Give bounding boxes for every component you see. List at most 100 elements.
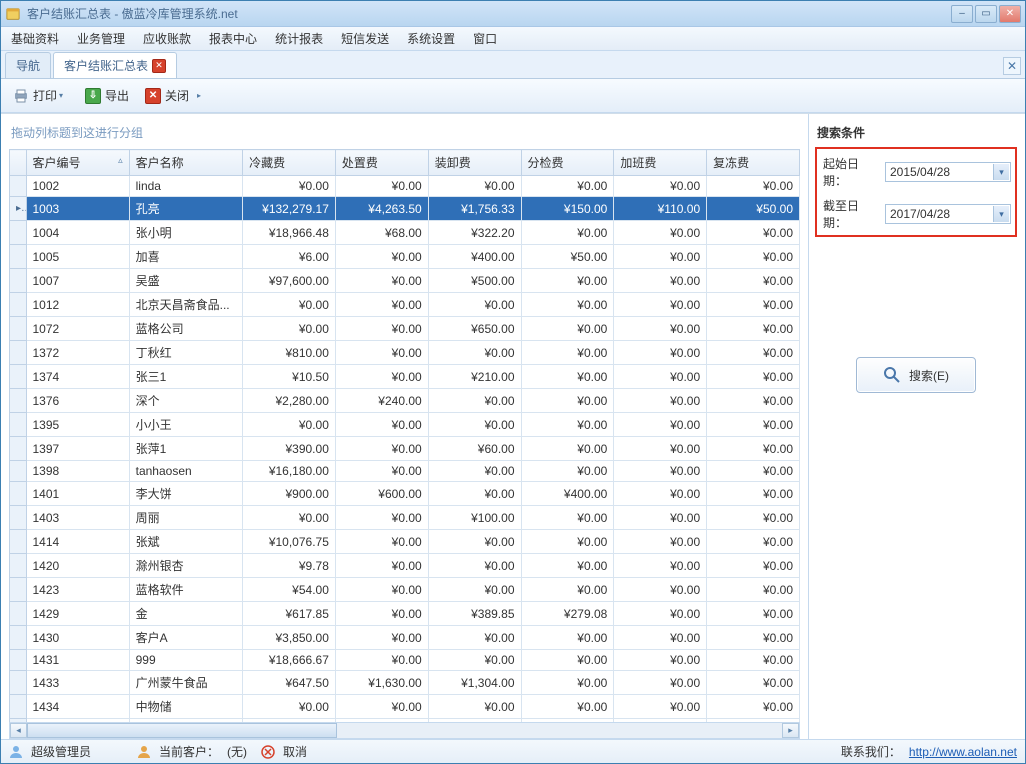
cell-amount: ¥390.00 [243, 437, 336, 461]
cell-amount: ¥0.00 [335, 413, 428, 437]
export-button[interactable]: ⇩ 导出 [79, 84, 135, 107]
col-overtime-fee[interactable]: 加班费 [614, 150, 707, 176]
cell-amount: ¥0.00 [707, 482, 800, 506]
menu-business[interactable]: 业务管理 [77, 30, 125, 47]
table-row[interactable]: 1414张斌¥10,076.75¥0.00¥0.00¥0.00¥0.00¥0.0… [10, 530, 800, 554]
table-row[interactable]: 1433广州蒙牛食品¥647.50¥1,630.00¥1,304.00¥0.00… [10, 671, 800, 695]
maximize-button[interactable]: ▭ [975, 5, 997, 23]
end-date-input[interactable]: 2017/04/28 ▾ [885, 204, 1011, 224]
toolbar-overflow-icon[interactable]: ▸ [197, 91, 207, 100]
col-customer-name[interactable]: 客户名称 [129, 150, 242, 176]
scroll-thumb[interactable] [27, 723, 337, 738]
search-button[interactable]: 搜索(E) [856, 357, 976, 393]
cell-amount: ¥97,600.00 [243, 269, 336, 293]
col-handling-fee[interactable]: 装卸费 [428, 150, 521, 176]
cell-amount: ¥617.85 [243, 602, 336, 626]
tab-nav[interactable]: 导航 [5, 52, 51, 78]
col-customer-id[interactable]: 客户编号▵ [26, 150, 129, 176]
table-row[interactable]: 1429金¥617.85¥0.00¥389.85¥279.08¥0.00¥0.0… [10, 602, 800, 626]
cell-amount: ¥16,180.00 [243, 461, 336, 482]
tab-close-icon[interactable]: ✕ [152, 59, 166, 73]
table-row[interactable]: 1401李大饼¥900.00¥600.00¥0.00¥400.00¥0.00¥0… [10, 482, 800, 506]
cell-amount: ¥600.00 [335, 482, 428, 506]
cell-amount: ¥0.00 [428, 650, 521, 671]
col-storage-fee[interactable]: 冷藏费 [243, 150, 336, 176]
cell-amount: ¥0.00 [335, 437, 428, 461]
table-row[interactable]: 1372丁秋红¥810.00¥0.00¥0.00¥0.00¥0.00¥0.00 [10, 341, 800, 365]
menu-report-center[interactable]: 报表中心 [209, 30, 257, 47]
close-button[interactable]: ✕ [999, 5, 1021, 23]
cell-amount: ¥0.00 [521, 695, 614, 719]
table-row[interactable]: 1423蓝格软件¥54.00¥0.00¥0.00¥0.00¥0.00¥0.00 [10, 578, 800, 602]
horizontal-scrollbar[interactable]: ◂ ▸ [9, 722, 800, 739]
scroll-right-button[interactable]: ▸ [782, 723, 799, 738]
cell-customer-name: 李大饼 [129, 482, 242, 506]
table-row[interactable]: 1002linda¥0.00¥0.00¥0.00¥0.00¥0.00¥0.00 [10, 176, 800, 197]
table-row[interactable]: 1403周丽¥0.00¥0.00¥100.00¥0.00¥0.00¥0.00 [10, 506, 800, 530]
dropdown-icon[interactable]: ▾ [993, 206, 1009, 222]
start-date-value: 2015/04/28 [890, 165, 950, 179]
cell-amount: ¥0.00 [521, 650, 614, 671]
group-by-hint: 拖动列标题到这进行分组 [1, 120, 808, 149]
grid-scroll[interactable]: 客户编号▵ 客户名称 冷藏费 处置费 装卸费 分检费 加班费 复冻费 1002l… [1, 149, 808, 722]
cell-amount: ¥0.00 [243, 176, 336, 197]
printer-icon [13, 88, 29, 104]
table-row[interactable]: 1012北京天昌斋食品...¥0.00¥0.00¥0.00¥0.00¥0.00¥… [10, 293, 800, 317]
col-disposal-fee[interactable]: 处置费 [335, 150, 428, 176]
sort-asc-icon: ▵ [118, 155, 123, 166]
row-marker [10, 554, 27, 578]
row-marker [10, 317, 27, 341]
cancel-customer[interactable]: 取消 [283, 743, 307, 760]
col-refreeze-fee[interactable]: 复冻费 [707, 150, 800, 176]
table-row[interactable]: ▸1003孔亮¥132,279.17¥4,263.50¥1,756.33¥150… [10, 197, 800, 221]
cell-amount: ¥0.00 [521, 461, 614, 482]
tabstrip: 导航 客户结账汇总表 ✕ ✕ [1, 51, 1025, 79]
cell-amount: ¥0.00 [614, 578, 707, 602]
table-row[interactable]: 1430客户A¥3,850.00¥0.00¥0.00¥0.00¥0.00¥0.0… [10, 626, 800, 650]
menu-stats[interactable]: 统计报表 [275, 30, 323, 47]
contact-link[interactable]: http://www.aolan.net [909, 745, 1017, 759]
print-button[interactable]: 打印 ▾ [7, 84, 75, 107]
dropdown-icon[interactable]: ▾ [993, 164, 1009, 180]
cell-amount: ¥0.00 [335, 554, 428, 578]
row-marker [10, 650, 27, 671]
row-marker: ▸ [10, 197, 27, 221]
table-row[interactable]: 1395小小王¥0.00¥0.00¥0.00¥0.00¥0.00¥0.00 [10, 413, 800, 437]
scroll-left-button[interactable]: ◂ [10, 723, 27, 738]
cell-amount: ¥0.00 [614, 176, 707, 197]
menu-window[interactable]: 窗口 [473, 30, 497, 47]
close-icon: ✕ [145, 88, 161, 104]
table-row[interactable]: 1072蓝格公司¥0.00¥0.00¥650.00¥0.00¥0.00¥0.00 [10, 317, 800, 341]
close-tab-button[interactable]: ✕ 关闭 [139, 84, 195, 107]
cancel-icon[interactable] [261, 745, 275, 759]
col-sorting-fee[interactable]: 分检费 [521, 150, 614, 176]
start-date-input[interactable]: 2015/04/28 ▾ [885, 162, 1011, 182]
row-marker [10, 176, 27, 197]
cell-amount: ¥54.00 [243, 578, 336, 602]
cell-customer-id: 1414 [26, 530, 129, 554]
table-row[interactable]: 1004张小明¥18,966.48¥68.00¥322.20¥0.00¥0.00… [10, 221, 800, 245]
table-row[interactable]: 1397张萍1¥390.00¥0.00¥60.00¥0.00¥0.00¥0.00 [10, 437, 800, 461]
minimize-button[interactable]: – [951, 5, 973, 23]
menu-system[interactable]: 系统设置 [407, 30, 455, 47]
table-row[interactable]: 1376深个¥2,280.00¥240.00¥0.00¥0.00¥0.00¥0.… [10, 389, 800, 413]
table-row[interactable]: 1431999¥18,666.67¥0.00¥0.00¥0.00¥0.00¥0.… [10, 650, 800, 671]
tab-closeall-button[interactable]: ✕ [1003, 57, 1021, 75]
menu-sms[interactable]: 短信发送 [341, 30, 389, 47]
statusbar: 超级管理员 当前客户： (无) 取消 联系我们： http://www.aola… [1, 739, 1025, 763]
table-row[interactable]: 1420滁州银杏¥9.78¥0.00¥0.00¥0.00¥0.00¥0.00 [10, 554, 800, 578]
cell-amount: ¥50.00 [707, 197, 800, 221]
menu-receivables[interactable]: 应收账款 [143, 30, 191, 47]
tab-customer-summary[interactable]: 客户结账汇总表 ✕ [53, 52, 177, 78]
row-marker [10, 413, 27, 437]
menu-basic[interactable]: 基础资料 [11, 30, 59, 47]
cell-amount: ¥0.00 [707, 530, 800, 554]
cell-amount: ¥0.00 [707, 554, 800, 578]
table-row[interactable]: 1398tanhaosen¥16,180.00¥0.00¥0.00¥0.00¥0… [10, 461, 800, 482]
table-row[interactable]: 1374张三1¥10.50¥0.00¥210.00¥0.00¥0.00¥0.00 [10, 365, 800, 389]
table-row[interactable]: 1005加喜¥6.00¥0.00¥400.00¥50.00¥0.00¥0.00 [10, 245, 800, 269]
table-row[interactable]: 1434中物储¥0.00¥0.00¥0.00¥0.00¥0.00¥0.00 [10, 695, 800, 719]
cell-amount: ¥0.00 [428, 341, 521, 365]
table-row[interactable]: 1007吴盛¥97,600.00¥0.00¥500.00¥0.00¥0.00¥0… [10, 269, 800, 293]
toolbar-label: 导出 [105, 87, 129, 104]
